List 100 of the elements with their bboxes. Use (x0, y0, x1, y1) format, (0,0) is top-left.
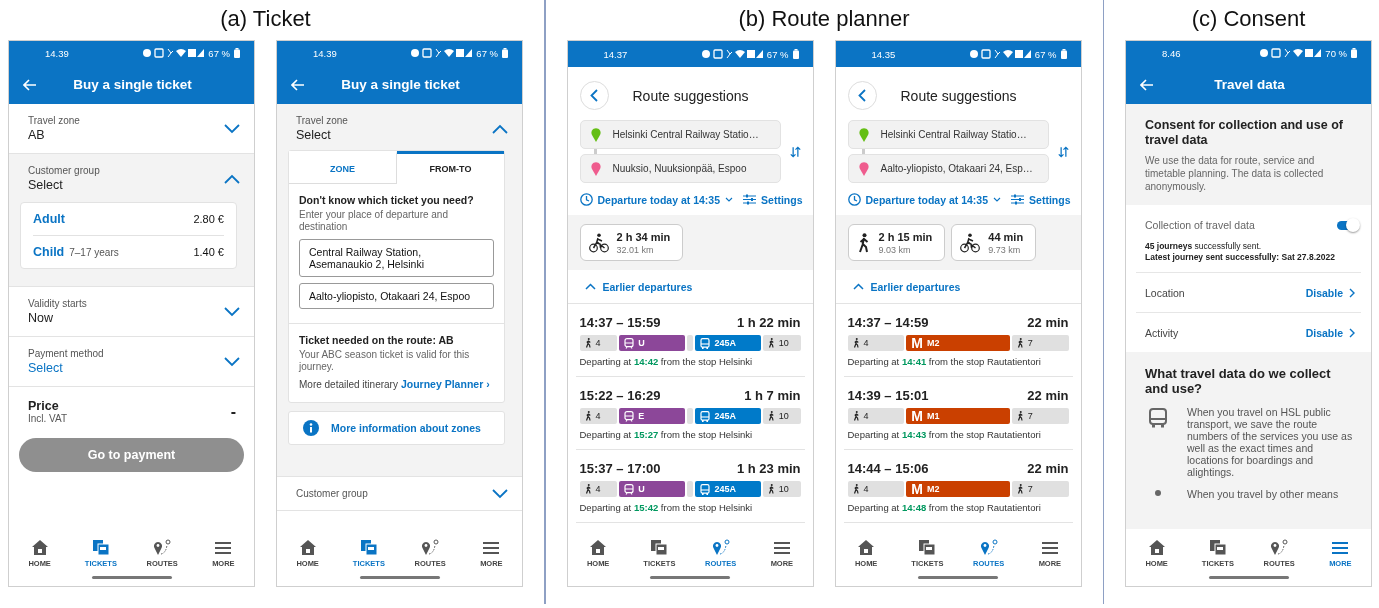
chevron-down-icon[interactable] (224, 356, 240, 367)
address-field[interactable]: Central Railway Station, Asemanaukio 2, Helsinki (299, 239, 494, 277)
itinerary-text: More detailed itinerary (299, 379, 398, 390)
tickets-icon (359, 539, 378, 556)
itinerary-item[interactable]: 15:22 – 16:29 1 h 7 min 4 E 245A 10 Departing at 15:27 from the stop Helsinki (575, 377, 805, 450)
itinerary-item[interactable]: 15:37 – 17:00 1 h 23 min 4 U 245A 10 Departing at 15:42 from the stop Helsinki (575, 450, 805, 523)
address-field[interactable]: Aalto-yliopisto, Otakaari 24, Espoo (299, 283, 494, 309)
status-icons-drawing (410, 48, 473, 58)
pin-icon (858, 127, 869, 142)
field-label: Travel zone (296, 115, 348, 126)
swap-icon[interactable] (1057, 144, 1069, 159)
route-icon (421, 539, 440, 556)
field-label: Customer group (28, 165, 100, 176)
option-name[interactable]: Child (33, 245, 65, 259)
status-time: 14.37 (603, 48, 628, 60)
origin-field[interactable]: Helsinki Central Railway Statio… (847, 120, 1049, 149)
permission-label: Location (1145, 286, 1185, 299)
clock-icon (847, 193, 861, 206)
itinerary-item[interactable]: 14:37 – 15:59 1 h 22 min 4 U 245A 10 Departing at 14:42 from the stop Helsinki (575, 304, 805, 377)
origin-field[interactable]: Helsinki Central Railway Statio… (579, 120, 781, 149)
tickets-icon (650, 539, 669, 556)
chevron-down-icon[interactable] (224, 123, 240, 134)
field-value: Select (28, 361, 64, 375)
screen-title: Buy a single ticket (72, 77, 193, 92)
route-icon (711, 539, 730, 556)
leg-label: 7 (1027, 411, 1033, 421)
trip-duration: 22 min (1027, 315, 1069, 330)
caret-icon (993, 197, 1002, 202)
zones-info-link[interactable]: More information about zones (331, 422, 481, 434)
destination-field[interactable]: Nuuksio, Nuuksionpää, Espoo (579, 154, 781, 183)
itinerary-item[interactable]: 14:37 – 14:59 22 min 4 M M2 7 Departing at 14:41 from the stop Rautatientori (843, 304, 1073, 377)
departure-time-button[interactable]: Departure today at 14:35 (847, 193, 1002, 206)
chevron-down-icon[interactable] (224, 306, 240, 317)
departure-info: Departing at 15:42 from the stop Helsinki (579, 502, 754, 513)
disable-link[interactable]: Disable (1305, 286, 1355, 299)
pin-icon (590, 161, 601, 176)
sliders-icon (743, 194, 757, 205)
time-range: 15:37 – 17:00 (579, 461, 661, 476)
menu-icon (482, 539, 501, 556)
option-name[interactable]: Adult (33, 212, 65, 226)
figure-caption: (b) Route planner (737, 5, 911, 33)
chevron-up-icon[interactable] (224, 173, 240, 184)
chevron-down-icon[interactable] (492, 488, 508, 499)
tickets-icon (1208, 539, 1227, 556)
tickets-icon (91, 539, 110, 556)
leg-label: 7 (1027, 338, 1033, 348)
back-button[interactable] (847, 81, 877, 110)
journey-planner-link[interactable]: Journey Planner › (400, 378, 490, 390)
pin-icon (858, 161, 869, 176)
status-icons-drawing (1259, 48, 1322, 58)
status-icons-drawing (968, 49, 1031, 59)
leg-label: 245A (714, 411, 736, 421)
disable-link[interactable]: Disable (1305, 326, 1355, 339)
back-arrow-icon[interactable] (23, 78, 37, 91)
permission-label: Activity (1145, 326, 1179, 339)
field-label: Validity starts (28, 298, 87, 309)
departure-info: Departing at 14:48 from the stop Rautatientori (847, 502, 1042, 513)
menu-icon (214, 539, 233, 556)
leg-label: U (638, 484, 645, 494)
time-range: 14:39 – 15:01 (847, 388, 929, 403)
travel-mode-card[interactable]: 44 min 9.73 km (951, 224, 1037, 261)
back-arrow-icon[interactable] (291, 78, 305, 91)
field-value: Select (296, 128, 332, 142)
menu-icon (1040, 539, 1059, 556)
field-value: AB (28, 128, 46, 142)
home-icon (1147, 539, 1166, 556)
sent-count-text: 45 journeys successfully sent. (1144, 241, 1263, 251)
swap-icon[interactable] (789, 144, 801, 159)
menu-icon (772, 539, 791, 556)
tab[interactable]: ZONE (289, 151, 397, 184)
itinerary-item[interactable]: 14:44 – 15:06 22 min 4 M M2 7 Departing at 14:48 from the stop Rautatientori (843, 450, 1073, 523)
toggle-switch[interactable] (1337, 220, 1357, 230)
leg-label: 245A (714, 484, 736, 494)
walker-icon (856, 232, 871, 253)
walker-icon (767, 411, 775, 421)
section-title: What travel data do we collect and use? (1145, 366, 1332, 396)
status-icons-drawing (142, 48, 205, 58)
section-title: Consent for collection and use of travel data (1145, 118, 1344, 148)
figure-caption: (a) Ticket (219, 5, 312, 33)
settings-button[interactable]: Settings (743, 193, 803, 206)
departure-time-button[interactable]: Departure today at 14:35 (579, 193, 734, 206)
train-icon (624, 483, 635, 495)
bus-icon (1149, 408, 1167, 428)
walker-icon (584, 484, 592, 494)
trip-duration: 1 h 7 min (744, 388, 801, 403)
leg-label: 7 (1027, 484, 1033, 494)
settings-button[interactable]: Settings (1011, 193, 1071, 206)
option-price: 1.40 € (193, 246, 224, 258)
field-value: Select (28, 178, 64, 192)
field-value: Now (28, 311, 54, 325)
destination-field[interactable]: Aalto-yliopisto, Otakaari 24, Esp… (847, 154, 1049, 183)
chevron-up-icon[interactable] (492, 123, 508, 134)
status-icons-drawing (700, 49, 763, 59)
cyclist-icon (960, 232, 981, 253)
back-button[interactable] (579, 81, 609, 110)
leg-label: U (638, 338, 645, 348)
travel-mode-card[interactable]: 2 h 15 min 9.03 km (847, 224, 946, 261)
travel-mode-card[interactable]: 2 h 34 min 32.01 km (579, 224, 684, 261)
back-arrow-icon[interactable] (1140, 78, 1154, 91)
itinerary-item[interactable]: 14:39 – 15:01 22 min 4 M M1 7 Departing at 14:43 from the stop Rautatientori (843, 377, 1073, 450)
